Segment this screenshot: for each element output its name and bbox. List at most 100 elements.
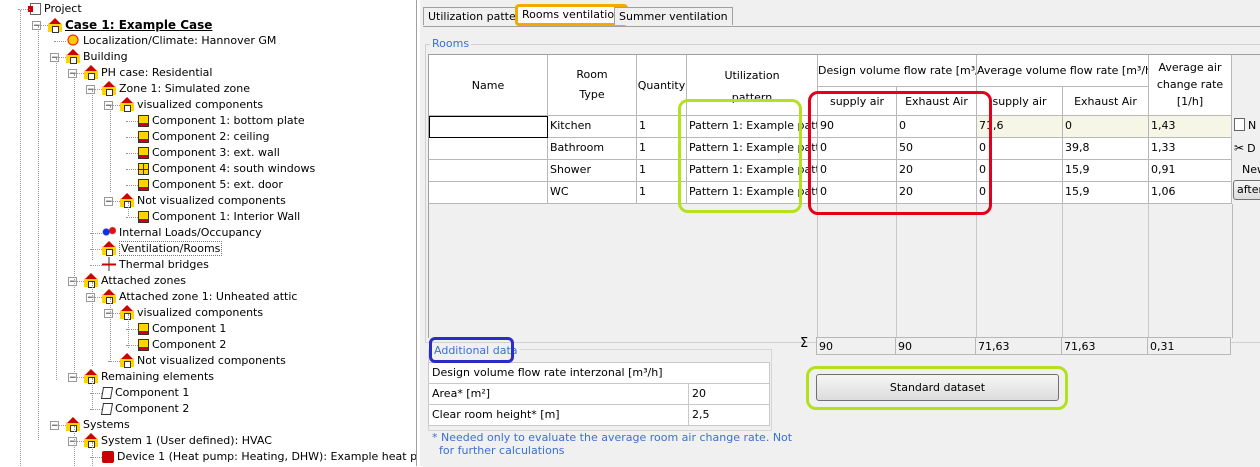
cell-name[interactable] — [429, 116, 548, 138]
tree-node[interactable]: PH case: Residential — [84, 65, 212, 81]
systems-icon — [66, 417, 80, 432]
tree-connector — [126, 121, 138, 122]
tab-rooms-ventilation[interactable]: Rooms ventilation — [515, 4, 629, 26]
tree-connector — [126, 185, 138, 186]
cell-supply-air[interactable]: 90 — [818, 116, 897, 138]
delete-button[interactable]: ✂ D — [1234, 141, 1256, 155]
tree-node[interactable]: Component 4: south windows — [138, 161, 315, 177]
tree-connector — [126, 217, 138, 218]
collapse-toggle[interactable]: − — [68, 437, 77, 447]
cell-room-type[interactable]: Shower — [548, 160, 637, 182]
cell-quantity[interactable]: 1 — [637, 138, 687, 160]
note-line-1: * Needed only to evaluate the average ro… — [432, 431, 793, 444]
tree-node[interactable]: Component 1: bottom plate — [138, 113, 305, 129]
tree-connector — [126, 137, 138, 138]
tree-node[interactable]: visualized components — [120, 97, 263, 113]
sum-avg-supply: 71,63 — [975, 337, 1062, 355]
cell-room-type[interactable]: WC — [548, 182, 637, 204]
collapse-toggle[interactable]: − — [104, 197, 113, 207]
height-input[interactable]: 2,5 — [688, 404, 770, 426]
ventilation-icon — [102, 241, 116, 256]
column-header-avg-exhaust-air: Exhaust Air — [1063, 87, 1149, 116]
climate-icon — [66, 33, 80, 47]
cell-exhaust-air[interactable]: 20 — [897, 160, 977, 182]
cell-quantity[interactable]: 1 — [637, 160, 687, 182]
collapse-toggle[interactable]: − — [50, 53, 59, 63]
tree-node[interactable]: Attached zone 1: Unheated attic — [102, 289, 297, 305]
cell-pattern[interactable]: Pattern 1: Example patter — [687, 160, 818, 182]
tree-guide-line — [38, 26, 39, 440]
tab-summer-ventilation[interactable]: Summer ventilation — [614, 7, 733, 25]
cell-name[interactable] — [429, 138, 548, 160]
cell-pattern[interactable]: Pattern 1: Example patter — [687, 182, 818, 204]
tree-node[interactable]: Component 5: ext. door — [138, 177, 283, 193]
collapse-toggle[interactable]: − — [68, 69, 77, 79]
collapse-toggle[interactable]: − — [68, 373, 77, 383]
tree-node[interactable]: Thermal bridges — [102, 257, 209, 273]
standard-dataset-button[interactable]: Standard dataset — [816, 374, 1059, 401]
component-icon — [138, 323, 149, 335]
project-tree[interactable]: Project Case 1: Example Case − Localization… — [0, 0, 417, 466]
cell-quantity[interactable]: 1 — [637, 182, 687, 204]
additional-data-label: Additional data — [432, 344, 520, 357]
rooms-grid[interactable]: Name Room Type Quantity Utilization pattern De… — [428, 54, 1260, 338]
remaining-icon — [84, 369, 98, 384]
project-icon — [28, 3, 41, 15]
tree-node[interactable]: Case 1: Example Case — [48, 17, 212, 33]
cell-room-type[interactable]: Kitchen — [548, 116, 637, 138]
tree-node[interactable]: Zone 1: Simulated zone — [102, 81, 250, 97]
tree-node[interactable]: Ventilation/Rooms — [102, 241, 223, 257]
tree-node[interactable]: Remaining elements — [84, 369, 214, 385]
cell-exhaust-air[interactable]: 20 — [897, 182, 977, 204]
collapse-toggle[interactable]: − — [32, 21, 41, 31]
tree-node[interactable]: Building — [66, 49, 128, 65]
after-button[interactable]: after — [1233, 180, 1260, 200]
tree-node[interactable]: Localization/Climate: Hannover GM — [66, 33, 276, 49]
grid-separator — [896, 204, 897, 338]
cell-supply-air[interactable]: 0 — [818, 160, 897, 182]
cell-name[interactable] — [429, 160, 548, 182]
new-button[interactable]: N — [1234, 118, 1256, 132]
tree-node[interactable]: Component 1 — [100, 385, 189, 401]
tree-node-label: visualized components — [137, 98, 264, 111]
tree-node[interactable]: Systems — [66, 417, 130, 433]
tree-node[interactable]: Component 2 — [100, 401, 189, 417]
collapse-toggle[interactable]: − — [104, 101, 113, 111]
tree-guide-line — [74, 426, 75, 466]
cell-pattern[interactable]: Pattern 1: Example patter — [687, 138, 818, 160]
tree-node[interactable]: Component 1 — [138, 321, 226, 337]
collapse-toggle[interactable]: − — [86, 293, 95, 303]
cell-exhaust-air[interactable]: 50 — [897, 138, 977, 160]
cell-pattern[interactable]: Pattern 1: Example patter — [687, 116, 818, 138]
grid-separator — [817, 204, 818, 338]
interzonal-flow-header: Design volume flow rate interzonal [m³/h… — [428, 362, 770, 384]
tree-node[interactable]: Component 1: Interior Wall — [138, 209, 300, 225]
tree-node-label: Internal Loads/Occupancy — [119, 226, 262, 239]
new-label-button[interactable]: New — [1242, 163, 1260, 176]
cell-quantity[interactable]: 1 — [637, 116, 687, 138]
collapse-toggle[interactable]: − — [68, 277, 77, 287]
cell-name[interactable] — [429, 182, 548, 204]
area-input[interactable]: 20 — [688, 383, 770, 405]
cell-supply-air[interactable]: 0 — [818, 138, 897, 160]
tree-node[interactable]: System 1 (User defined): HVAC — [84, 433, 272, 449]
collapse-toggle[interactable]: − — [104, 309, 113, 319]
util-header-line1: Utilization — [724, 69, 780, 82]
tree-node[interactable]: Component 2: ceiling — [138, 129, 270, 145]
collapse-toggle[interactable]: − — [50, 421, 59, 431]
tree-node[interactable]: Not visualized components — [120, 193, 286, 209]
tree-node[interactable]: Component 3: ext. wall — [138, 145, 280, 161]
tree-node[interactable]: Project — [28, 1, 82, 17]
cell-room-type[interactable]: Bathroom — [548, 138, 637, 160]
tree-node[interactable]: Device 1 (Heat pump: Heating, DHW): Exam… — [102, 449, 416, 465]
tree-node[interactable]: Component 2 — [138, 337, 226, 353]
cell-supply-air[interactable]: 0 — [818, 182, 897, 204]
tree-node[interactable]: Not visualized components — [120, 353, 286, 369]
cell-avg-exhaust: 39,8 — [1063, 138, 1149, 160]
collapse-toggle[interactable]: − — [86, 85, 95, 95]
tree-node-label: Attached zone 1: Unheated attic — [119, 290, 298, 303]
cell-exhaust-air[interactable]: 0 — [897, 116, 977, 138]
tree-node[interactable]: visualized components — [120, 305, 263, 321]
tree-node[interactable]: Internal Loads/Occupancy — [102, 225, 262, 241]
tree-node[interactable]: Attached zones — [84, 273, 186, 289]
